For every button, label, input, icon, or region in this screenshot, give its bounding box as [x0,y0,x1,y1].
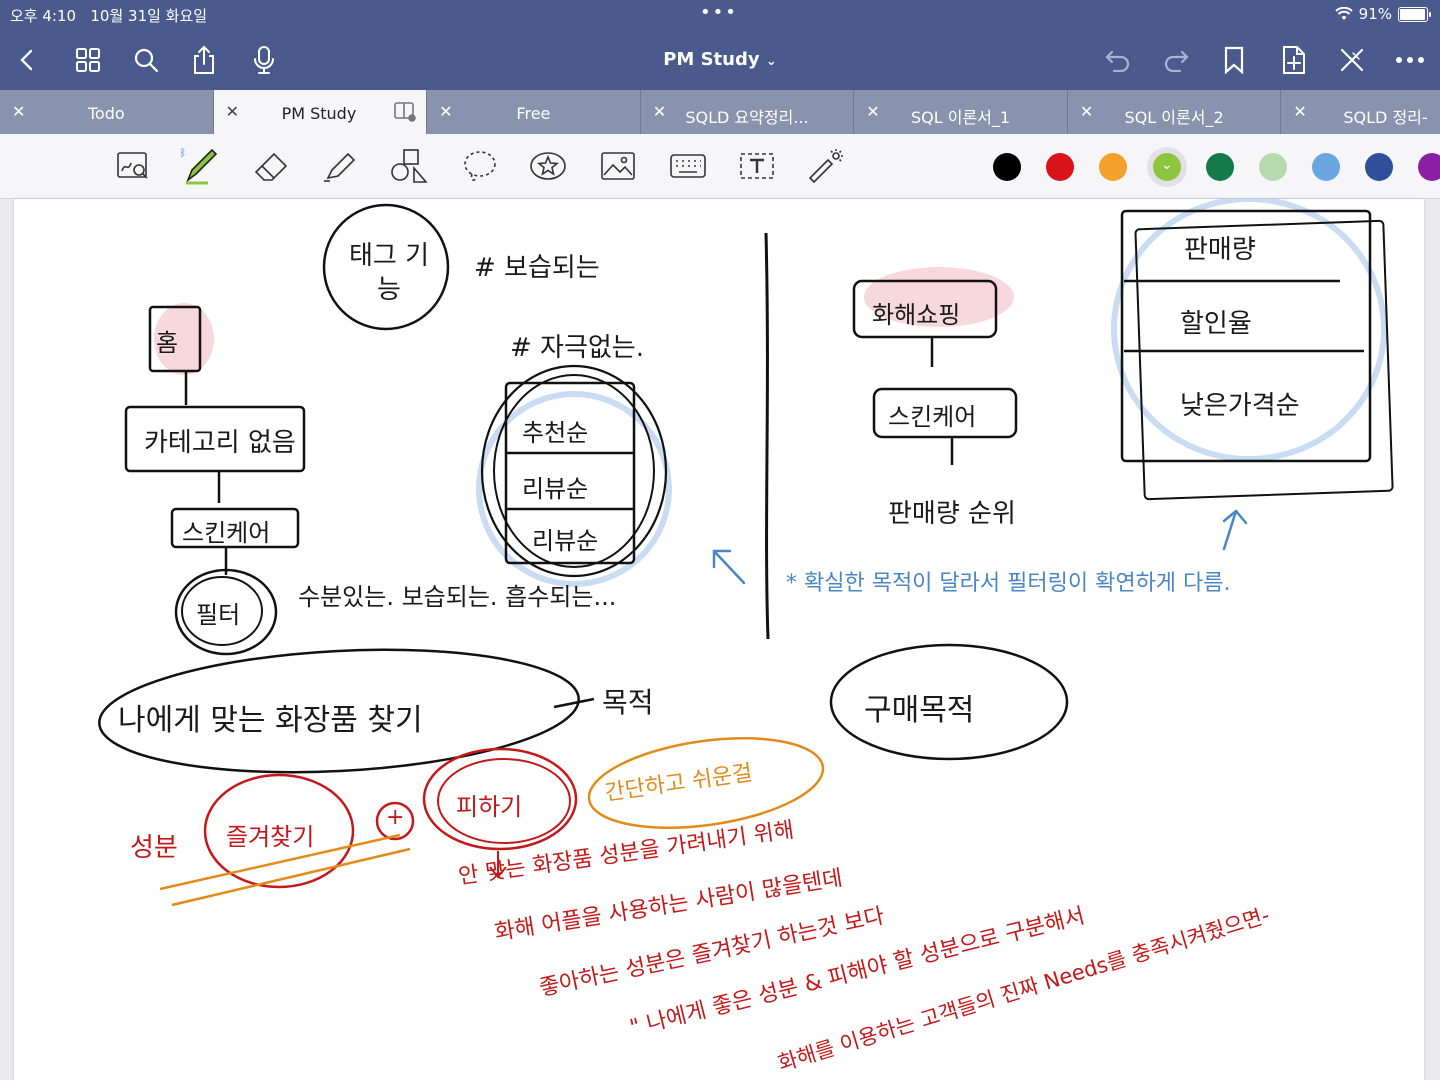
keyboard-icon[interactable] [668,146,708,186]
close-pen-icon[interactable] [1334,42,1370,78]
color-swatch-dark-green[interactable] [1206,153,1234,181]
tab-label: SQL 이론서_1 [910,108,1011,127]
tab-sql-theory-1[interactable]: ✕ SQL 이론서_1 [854,90,1068,134]
tab-label: Free [516,104,551,123]
image-icon[interactable] [598,146,638,186]
chevron-down-icon: ⌄ [1161,157,1173,173]
note-skincare-left: 스킨케어 [182,519,271,547]
add-page-icon[interactable] [1276,42,1312,78]
tab-pm-study[interactable]: ✕ PM Study [213,90,428,134]
color-swatch-light-blue[interactable] [1312,153,1340,181]
note-filter-desc: 수분있는. 보습되는. 흡수되는... [298,583,617,611]
shape-icon[interactable] [390,146,430,186]
back-icon[interactable] [10,42,46,78]
more-icon[interactable] [1392,42,1428,78]
note-hash-gentle: # 자극없는. [510,333,644,363]
note-goal: 목적 [602,686,654,719]
note-home: 홈 [156,329,179,357]
note-sort-review-2: 리뷰순 [532,527,599,555]
zoom-window-icon[interactable] [113,146,153,186]
split-view-icon[interactable] [394,102,416,126]
grid-icon[interactable] [70,42,106,78]
chevron-down-icon[interactable]: ⌄ [766,54,777,69]
wifi-icon [1334,7,1353,20]
redo-icon[interactable] [1158,42,1194,78]
note-sort-discount: 할인율 [1180,309,1252,339]
date-text: 10월 31일 화요일 [90,7,208,25]
laser-pointer-icon[interactable] [806,146,846,186]
note-find-cosmetics: 나에게 맞는 화장품 찾기 [118,703,423,738]
color-swatch-purple[interactable] [1418,153,1440,181]
note-tag-label: 태그 기능 [348,241,430,305]
note-purchase-goal: 구매목적 [864,693,975,728]
note-canvas[interactable]: 태그 기능 # 보습되는 # 자극없는. 홈 카테고리 없음 스킨케어 필터 수… [14,199,1424,1080]
note-sort-recommended: 추천순 [522,419,589,447]
note-favorite: 즐겨찾기 [226,823,315,851]
note-filter: 필터 [196,601,241,629]
sticker-icon[interactable] [528,146,568,186]
svg-text:ᛒ: ᛒ [180,148,186,159]
note-hash-moisturizing: # 보습되는 [474,253,600,283]
multitask-dots-icon[interactable]: ••• [700,2,738,23]
note-sort-low-price: 낮은가격순 [1180,391,1300,421]
status-bar: 오후 4:10 10월 31일 화요일 ••• 91% [0,0,1440,30]
note-avoid: 피하기 [456,793,523,821]
note-skincare-right: 스킨케어 [888,403,977,431]
share-icon[interactable] [186,42,222,78]
battery-percent: 91% [1358,5,1392,23]
note-ingredient: 성분 [130,833,178,863]
battery-icon [1398,6,1431,22]
status-right: 91% [1334,5,1431,23]
color-swatch-red[interactable] [1046,153,1074,181]
status-time: 오후 4:10 10월 31일 화요일 [10,5,207,26]
tab-todo[interactable]: ✕ Todo [0,90,214,134]
tab-sqld-notes[interactable]: ✕ SQLD 정리- [1281,90,1440,134]
note-blue-observation: * 확실한 목적이 달라서 필터링이 확연하게 다름. [786,571,1231,596]
note-sales-rank: 판매량 순위 [888,499,1016,529]
color-swatch-pale-green[interactable] [1259,153,1287,181]
color-swatch-navy[interactable] [1365,153,1393,181]
search-icon[interactable] [128,42,164,78]
note-sort-sales: 판매량 [1184,235,1256,265]
undo-icon[interactable] [1100,42,1136,78]
highlighter-icon[interactable] [320,146,360,186]
lasso-icon[interactable] [460,146,500,186]
pen-icon[interactable]: ᛒ [180,146,220,186]
title-text[interactable]: PM Study [663,49,759,70]
color-swatch-green-selected[interactable]: ⌄ [1153,153,1181,181]
tab-label: SQLD 정리- [1343,108,1428,127]
tab-bar: ✕ Todo ✕ PM Study ✕ Free ✕ SQLD 요약정리... ✕ SQL… [0,90,1440,134]
bookmark-icon[interactable] [1216,42,1252,78]
color-swatch-black[interactable] [993,153,1021,181]
note-hwahae-shopping: 화해쇼핑 [872,301,961,329]
tab-label: SQLD 요약정리... [685,108,809,127]
tab-sqld-summary[interactable]: ✕ SQLD 요약정리... [641,90,855,134]
tab-label: SQL 이론서_2 [1124,108,1224,127]
note-plus: + [386,805,405,830]
eraser-icon[interactable] [250,146,290,186]
color-swatch-orange[interactable] [1099,153,1127,181]
microphone-icon[interactable] [246,42,282,78]
text-box-icon[interactable] [737,146,777,186]
note-sort-review-1: 리뷰순 [522,475,589,503]
tab-free[interactable]: ✕ Free [427,90,641,134]
time-text: 오후 4:10 [10,7,77,25]
nav-bar: PM Study ⌄ [0,30,1440,90]
note-category: 카테고리 없음 [144,428,296,458]
tab-label: Todo [87,104,125,123]
tab-sql-theory-2[interactable]: ✕ SQL 이론서_2 [1068,90,1282,134]
